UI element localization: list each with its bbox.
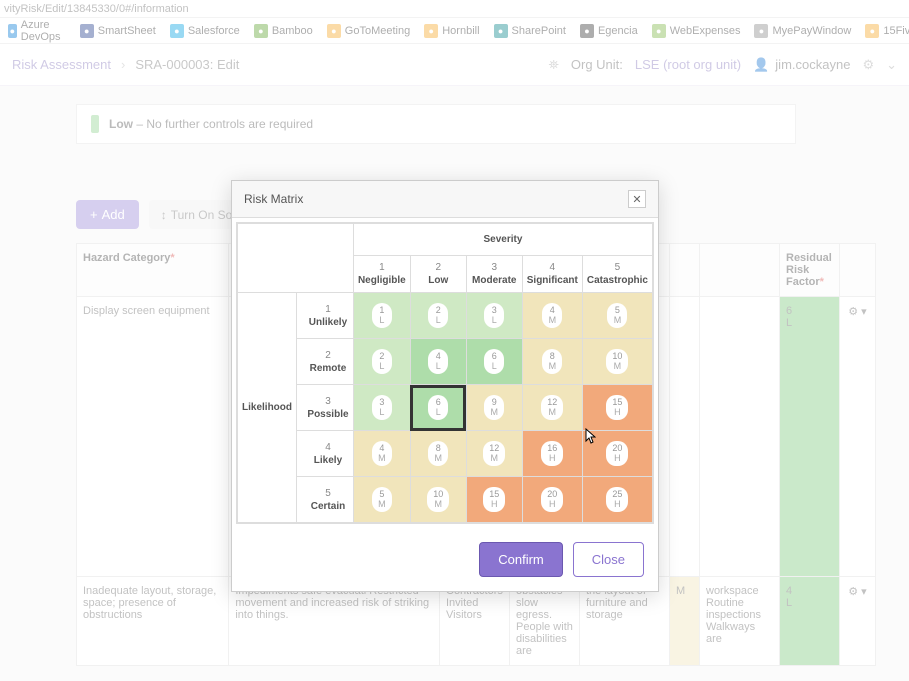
matrix-cell[interactable]: 10M	[582, 339, 652, 385]
likelihood-row-header: 3Possible	[297, 385, 354, 431]
matrix-cell[interactable]: 20H	[582, 431, 652, 477]
matrix-cell[interactable]: 16H	[522, 431, 582, 477]
matrix-cell[interactable]: 25H	[582, 477, 652, 523]
severity-col-header: 5Catastrophic	[582, 256, 652, 293]
modal-header: Risk Matrix ✕	[232, 181, 658, 218]
risk-matrix: Severity 1Negligible2Low3Moderate4Signif…	[236, 222, 654, 524]
matrix-cell[interactable]: 15H	[582, 385, 652, 431]
severity-header: Severity	[353, 224, 652, 256]
matrix-cell[interactable]: 6L	[466, 339, 522, 385]
likelihood-header: Likelihood	[238, 293, 297, 523]
likelihood-row-header: 5Certain	[297, 477, 354, 523]
matrix-cell[interactable]: 20H	[522, 477, 582, 523]
matrix-cell[interactable]: 8M	[410, 431, 466, 477]
matrix-cell[interactable]: 3L	[353, 385, 410, 431]
matrix-cell[interactable]: 5M	[353, 477, 410, 523]
confirm-button[interactable]: Confirm	[479, 542, 563, 577]
matrix-cell[interactable]: 4M	[353, 431, 410, 477]
matrix-cell[interactable]: 2L	[353, 339, 410, 385]
severity-col-header: 3Moderate	[466, 256, 522, 293]
matrix-cell[interactable]: 6L	[410, 385, 466, 431]
severity-col-header: 1Negligible	[353, 256, 410, 293]
matrix-cell[interactable]: 5M	[582, 293, 652, 339]
matrix-cell[interactable]: 9M	[466, 385, 522, 431]
close-button[interactable]: Close	[573, 542, 644, 577]
matrix-cell[interactable]: 8M	[522, 339, 582, 385]
severity-col-header: 2Low	[410, 256, 466, 293]
matrix-cell[interactable]: 4M	[522, 293, 582, 339]
matrix-cell[interactable]: 2L	[410, 293, 466, 339]
likelihood-row-header: 1Unlikely	[297, 293, 354, 339]
modal-title: Risk Matrix	[244, 192, 303, 206]
matrix-cell[interactable]: 4L	[410, 339, 466, 385]
severity-col-header: 4Significant	[522, 256, 582, 293]
matrix-cell[interactable]: 12M	[466, 431, 522, 477]
matrix-cell[interactable]: 1L	[353, 293, 410, 339]
likelihood-row-header: 2Remote	[297, 339, 354, 385]
risk-matrix-modal: Risk Matrix ✕ Severity 1Negligible2Low3M…	[231, 180, 659, 592]
likelihood-row-header: 4Likely	[297, 431, 354, 477]
close-icon[interactable]: ✕	[628, 190, 646, 208]
matrix-cell[interactable]: 15H	[466, 477, 522, 523]
matrix-cell[interactable]: 12M	[522, 385, 582, 431]
matrix-cell[interactable]: 10M	[410, 477, 466, 523]
matrix-cell[interactable]: 3L	[466, 293, 522, 339]
modal-footer: Confirm Close	[232, 528, 658, 591]
